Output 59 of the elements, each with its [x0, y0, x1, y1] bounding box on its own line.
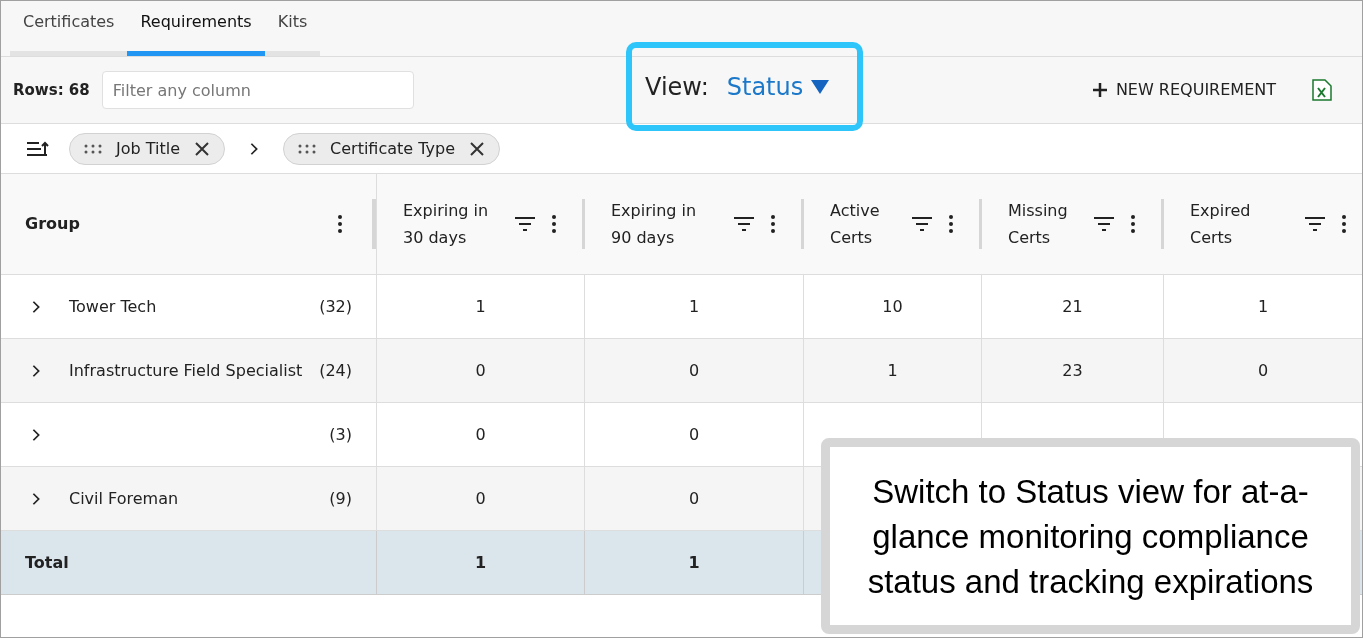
- table-cell-text: 23: [1062, 359, 1083, 382]
- filter-icon[interactable]: [733, 216, 755, 232]
- filter-field[interactable]: Filter any column: [101, 71, 414, 109]
- group-count: (24): [319, 359, 352, 382]
- filter-icon[interactable]: [514, 216, 536, 232]
- column-header: Missing Certs: [1008, 200, 1069, 249]
- table-cell-text: 10: [882, 295, 903, 318]
- more-icon[interactable]: [771, 215, 775, 233]
- more-icon[interactable]: [338, 215, 342, 233]
- callout-text: Switch to Status view for at-a-glance monitoring compliance status and tracking expirations: [866, 471, 1315, 602]
- column-header: Group: [25, 213, 81, 235]
- more-icon[interactable]: [1342, 215, 1346, 233]
- caret-icon: [811, 80, 830, 94]
- drag-handle-icon[interactable]: [84, 143, 102, 154]
- group-count: (32): [319, 295, 352, 318]
- drag-handle-icon[interactable]: [298, 143, 317, 154]
- spreadsheet-export-icon[interactable]: [1312, 79, 1332, 101]
- chip-label: Certificate Type: [330, 137, 455, 160]
- new-requirement-button[interactable]: NEW REQUIREMENT: [1091, 78, 1276, 102]
- close-icon[interactable]: [194, 140, 211, 157]
- filter-icon[interactable]: [1093, 216, 1115, 232]
- group-chip[interactable]: Job Title: [69, 132, 226, 165]
- column-header: Expired Certs: [1190, 200, 1252, 249]
- filter-icon[interactable]: [1304, 216, 1326, 232]
- column-header: Expiring in 30 days: [403, 200, 490, 249]
- more-icon[interactable]: [1131, 215, 1135, 233]
- more-icon[interactable]: [552, 215, 556, 233]
- close-icon[interactable]: [469, 140, 485, 157]
- more-icon[interactable]: [949, 215, 953, 233]
- view-dropdown[interactable]: Status: [726, 69, 830, 105]
- table-cell-text: 0: [688, 423, 700, 446]
- group-count: (9): [329, 487, 352, 510]
- group-name: Infrastructure Field Specialist: [69, 359, 304, 382]
- group-name: Tower Tech: [69, 295, 158, 318]
- table-cell-text: 0: [475, 423, 486, 446]
- row-count: Rows: 68: [13, 79, 90, 101]
- chip-label: Job Title: [116, 137, 181, 160]
- filter-icon[interactable]: [911, 216, 933, 232]
- view-label: View:: [645, 72, 709, 103]
- plus-icon: [1091, 82, 1108, 98]
- group-chip[interactable]: Certificate Type: [283, 132, 500, 165]
- table-cell-text: 1: [1257, 295, 1269, 318]
- table-cell-text: 21: [1062, 295, 1083, 318]
- table-cell-text: 0: [1257, 359, 1269, 382]
- table-cell-text: 1: [887, 359, 898, 382]
- total-cell-text: 1: [474, 551, 487, 574]
- column-header: Expiring in 90 days: [611, 200, 698, 249]
- group-name: Civil Foreman: [69, 487, 180, 510]
- table-cell-text: 0: [688, 487, 700, 510]
- group-sort-icon[interactable]: [27, 140, 49, 157]
- table-cell-text: 1: [475, 295, 486, 318]
- group-count: (3): [329, 423, 352, 446]
- column-header: Active Certs: [830, 200, 881, 249]
- table-cell-text: 1: [688, 295, 700, 318]
- total-cell-text: 1: [688, 551, 700, 574]
- total-label: Total: [25, 551, 69, 574]
- table-cell-text: 0: [475, 359, 486, 382]
- table-cell-text: 0: [475, 487, 486, 510]
- table-cell-text: 0: [688, 359, 700, 382]
